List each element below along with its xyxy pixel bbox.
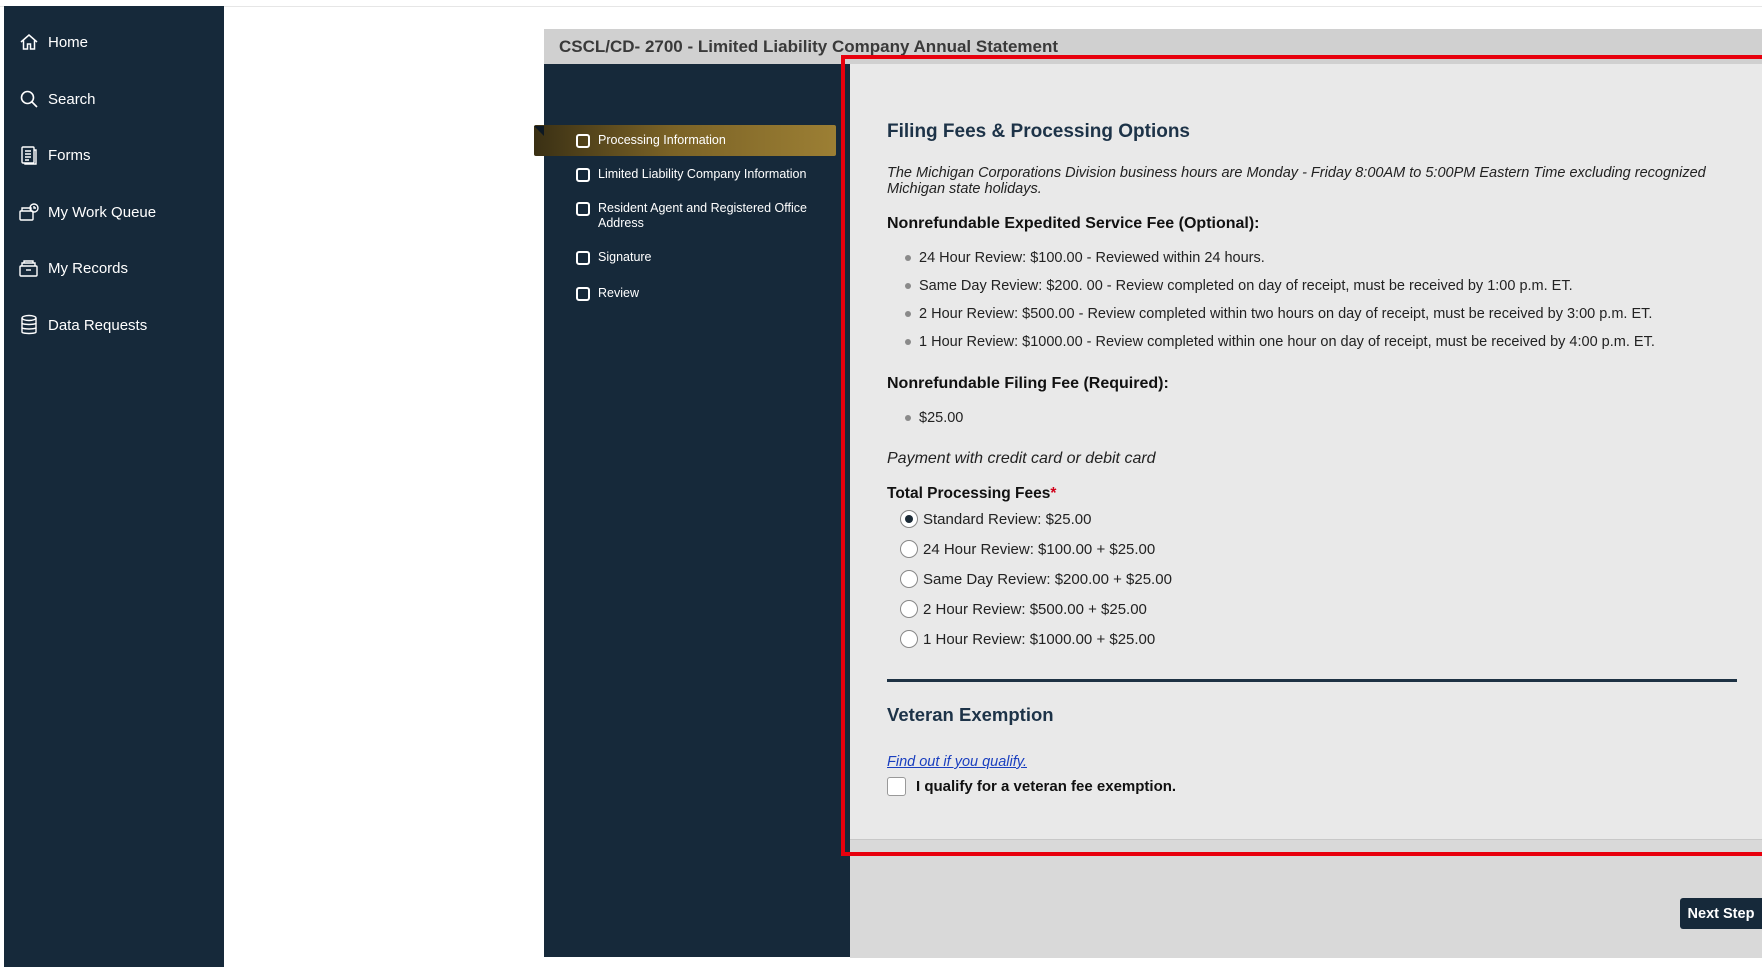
active-step-notch	[534, 126, 544, 136]
sidebar-item-label: Home	[48, 33, 89, 51]
form-footer	[850, 839, 1762, 958]
sidebar-item-label: Search	[48, 90, 96, 108]
sidebar-item-label: Forms	[48, 146, 91, 164]
search-icon	[18, 88, 40, 110]
step-label: Review	[598, 286, 639, 300]
step-signature[interactable]: Signature	[566, 250, 858, 265]
sidebar-item-data-requests[interactable]: Data Requests	[18, 310, 147, 340]
work-queue-icon	[18, 201, 40, 223]
sidebar-item-label: Data Requests	[48, 316, 148, 334]
records-icon	[18, 257, 40, 279]
database-icon	[18, 314, 40, 336]
step-checkbox	[576, 251, 590, 265]
step-checkbox	[576, 168, 590, 182]
step-llc-information[interactable]: Limited Liability Company Information	[566, 167, 858, 182]
highlight-box	[841, 55, 1762, 856]
step-resident-agent[interactable]: Resident Agent and Registered Office Add…	[566, 201, 858, 231]
step-label: Resident Agent and Registered Office Add…	[598, 201, 807, 230]
sidebar: Home Search Forms My Work Queue My Recor…	[4, 6, 224, 967]
form-title: CSCL/CD- 2700 - Limited Liability Compan…	[559, 37, 1059, 56]
step-processing-information[interactable]: Processing Information	[534, 125, 836, 156]
step-review[interactable]: Review	[566, 286, 858, 301]
sidebar-item-my-records[interactable]: My Records	[18, 253, 128, 283]
home-icon	[18, 31, 40, 53]
sidebar-item-label: My Records	[48, 259, 129, 277]
sidebar-item-home[interactable]: Home	[18, 27, 88, 57]
step-checkbox	[576, 202, 590, 216]
step-checkbox	[576, 134, 590, 148]
forms-icon	[18, 144, 40, 166]
top-divider	[0, 6, 1762, 7]
sidebar-item-search[interactable]: Search	[18, 84, 96, 114]
sidebar-item-work-queue[interactable]: My Work Queue	[18, 197, 156, 227]
step-label: Signature	[598, 250, 652, 264]
next-step-button[interactable]: Next Step	[1680, 898, 1762, 929]
sidebar-item-forms[interactable]: Forms	[18, 140, 91, 170]
step-label: Limited Liability Company Information	[598, 167, 807, 181]
step-list: Processing Information Limited Liability…	[534, 64, 850, 957]
sidebar-item-label: My Work Queue	[48, 203, 157, 221]
step-label: Processing Information	[598, 133, 726, 147]
step-checkbox	[576, 287, 590, 301]
